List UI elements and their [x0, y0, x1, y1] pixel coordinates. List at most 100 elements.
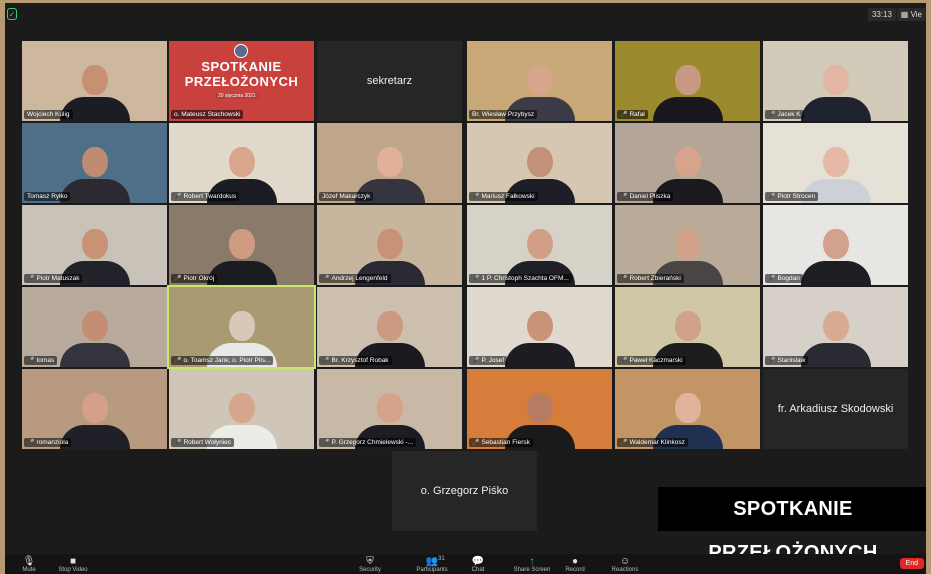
participant-name-tag: 🎤 romanziola — [24, 438, 72, 447]
participant-name-tag: 🎤 Piotr Matuszak — [24, 274, 83, 283]
participant-face — [376, 311, 403, 341]
participants-count: 31 — [438, 556, 445, 562]
participant-face — [822, 311, 849, 341]
participant-tile[interactable]: Br. Wiesław Przybysz — [467, 41, 612, 121]
participant-tile[interactable]: SPOTKANIE PRZEŁOŻONYCH 20 stycznia 2021 o. … — [169, 41, 314, 121]
participant-tile[interactable]: 🎤 Rafał — [615, 41, 760, 121]
participant-face — [228, 311, 255, 341]
participant-name-tag: Tomasz Ryłko — [24, 192, 71, 201]
participant-face — [526, 65, 553, 95]
participant-name: Robert Zbierański — [629, 275, 681, 282]
participant-name-tag: 🎤 Bogdan — [765, 274, 803, 283]
participant-name: Robert Wołyniec — [183, 439, 232, 446]
participant-tile[interactable]: 🎤 P. Josef — [467, 287, 612, 367]
participant-name: tomas — [36, 357, 55, 364]
muted-mic-icon: 🎤 — [27, 358, 35, 364]
participant-tile[interactable]: 🎤 Robert Twardokus — [169, 123, 314, 203]
participant-tile[interactable]: 🎤 Robert Zbierański — [615, 205, 760, 285]
stop-video-button[interactable]: ■ Stop Video — [51, 556, 95, 573]
participant-tile[interactable]: 🎤 Paweł Kaczmarski — [615, 287, 760, 367]
record-button[interactable]: ● Record — [553, 556, 597, 573]
participant-tile[interactable]: Tomasz Ryłko — [22, 123, 167, 203]
mute-button[interactable]: 🎙 Mute — [7, 556, 51, 573]
muted-mic-icon: 🎤 — [620, 440, 628, 446]
participant-tile[interactable]: 🎤 Br. Krzysztof Robak — [317, 287, 462, 367]
participant-name: Br. Krzysztof Robak — [331, 357, 389, 364]
toolbar-label: Mute — [22, 567, 36, 573]
participant-name-display: fr. Arkadiusz Skodowski — [777, 403, 894, 415]
muted-mic-icon: 🎤 — [620, 276, 628, 282]
participant-video — [800, 305, 871, 367]
participant-video — [504, 305, 575, 367]
participant-face — [526, 393, 553, 423]
participant-tile[interactable]: 🎤 Piotr Matuszak — [22, 205, 167, 285]
participant-tile[interactable]: fr. Arkadiusz Skodowski — [763, 369, 908, 449]
participant-tile[interactable]: 🎤 Stanisław — [763, 287, 908, 367]
participant-name: Józef Makarczyk — [322, 193, 371, 200]
end-meeting-button[interactable]: End — [899, 558, 924, 569]
participant-name-tag: 🎤 Br. Krzysztof Robak — [319, 356, 392, 365]
participant-face — [526, 229, 553, 259]
muted-mic-icon: 🎤 — [174, 194, 182, 200]
participant-tile[interactable]: Józef Makarczyk — [317, 123, 462, 203]
participant-tile[interactable]: 🎤 tomas — [22, 287, 167, 367]
view-grid-icon: ▦ — [900, 10, 911, 19]
participant-tile[interactable]: 🎤 Jacek K — [763, 41, 908, 121]
muted-mic-icon: 🎤 — [174, 276, 182, 282]
order-logo-icon — [234, 44, 248, 58]
muted-mic-icon: 🎤 — [27, 440, 35, 446]
participant-video — [800, 223, 871, 285]
participant-face — [526, 147, 553, 177]
participant-tile[interactable]: 🎤 Robert Wołyniec — [169, 369, 314, 449]
reactions-button[interactable]: ☺ Reactions — [603, 556, 647, 573]
participant-name-tag: 🎤 Robert Wołyniec — [171, 438, 235, 447]
participant-tile[interactable]: 🎤 Piotr Okrój — [169, 205, 314, 285]
slide-title-line: PRZEŁOŻONYCH — [184, 74, 299, 89]
participant-tile[interactable]: sekretarz — [317, 41, 462, 121]
participant-video — [59, 305, 130, 367]
participant-name: Piotr Okrój — [183, 275, 215, 282]
muted-mic-icon: 🎤 — [27, 276, 35, 282]
participant-name: Br. Wiesław Przybysz — [472, 111, 535, 118]
participant-face — [376, 147, 403, 177]
participant-tile[interactable]: 🎤 Mariusz Fałkowski — [467, 123, 612, 203]
participant-name-tag: 🎤 Jacek K — [765, 110, 804, 119]
participant-tile[interactable]: 🎤 Bogdan — [763, 205, 908, 285]
participant-tile[interactable]: 🎤 Piotr Strocen — [763, 123, 908, 203]
muted-mic-icon: 🎤 — [174, 440, 182, 446]
participant-name-tag: 🎤 Robert Twardokus — [171, 192, 240, 201]
participant-tile[interactable]: 🎤 Sebastian Fiersk — [467, 369, 612, 449]
participant-tile[interactable]: o. Grzegorz Piśko — [392, 451, 537, 531]
muted-mic-icon: 🎤 — [472, 440, 480, 446]
participant-face — [228, 147, 255, 177]
participant-tile[interactable]: 🎤 o. Toamsz Jank; o. Piotr Plis... — [167, 285, 316, 369]
participant-name-tag: 🎤 Piotr Strocen — [765, 192, 819, 201]
participant-name-tag: 🎤 Daniel Pliszka — [617, 192, 674, 201]
share-screen-button[interactable]: ↑ Share Screen — [510, 556, 554, 573]
muted-mic-icon: 🎤 — [768, 276, 776, 282]
security-shield-icon: ⛨ — [366, 556, 374, 567]
view-label: Vie — [910, 10, 922, 19]
chat-button[interactable]: 💬 Chat — [456, 556, 500, 573]
participant-tile[interactable]: 🎤 romanziola — [22, 369, 167, 449]
participant-name: Robert Twardokus — [183, 193, 237, 200]
participant-face — [822, 229, 849, 259]
meeting-timer: 33:13 — [867, 8, 896, 21]
participant-tile[interactable]: 🎤 Daniel Pliszka — [615, 123, 760, 203]
participant-tile[interactable]: Wojciech Kulig — [22, 41, 167, 121]
participant-face — [81, 393, 108, 423]
participant-body — [652, 97, 723, 121]
view-button[interactable]: ▦ Vie — [896, 8, 926, 21]
participants-button[interactable]: 👥 31 Participants — [410, 556, 454, 573]
encryption-shield-icon[interactable]: ✓ — [7, 8, 17, 20]
security-button[interactable]: ⛨ Security — [348, 556, 392, 573]
participant-tile[interactable]: 🎤 Andrzej Lengenfeld — [317, 205, 462, 285]
participant-face — [228, 393, 255, 423]
participants-icon: 👥 — [425, 556, 439, 567]
participant-tile[interactable]: 🎤 P. Grzegorz Chmielewski -... — [317, 369, 462, 449]
participant-tile[interactable]: 🎤 Waldemar Klinkosz — [615, 369, 760, 449]
zoom-window: ✓ 33:13 ▦ Vie Wojciech Kulig SPOTKANIE PRZ… — [5, 3, 926, 574]
participant-tile[interactable]: 🎤 1 P. Christoph Szachta OFM... — [467, 205, 612, 285]
participant-name-tag: o. Mateusz Stachowski — [171, 110, 244, 119]
participant-name: o. Toamsz Jank; o. Piotr Plis... — [183, 357, 271, 364]
